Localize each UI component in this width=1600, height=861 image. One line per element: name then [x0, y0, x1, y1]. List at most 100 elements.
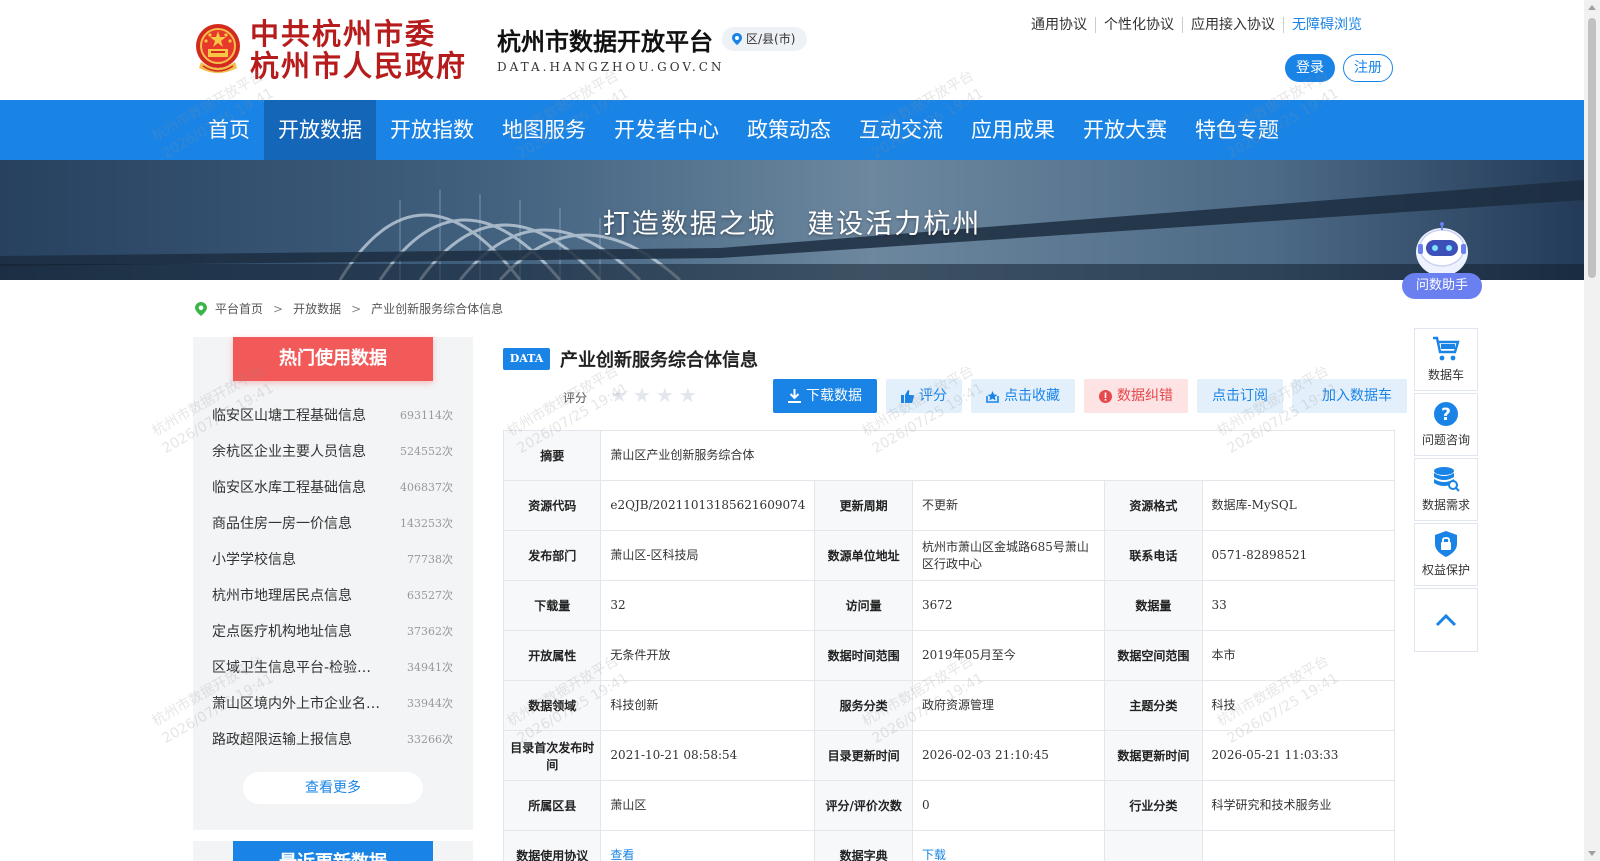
hot-item-count: 33944次: [407, 697, 453, 710]
nav-item-home[interactable]: 首页: [194, 100, 264, 160]
rights-protection-label: 权益保护: [1421, 563, 1470, 577]
rate-button[interactable]: 评分: [886, 379, 962, 413]
consult-label: 问题咨询: [1421, 433, 1470, 447]
subscribe-button[interactable]: 点击订阅: [1197, 379, 1283, 413]
list-item[interactable]: 小学学校信息 77738次: [193, 541, 473, 577]
hot-item-name: 商品住房一房一价信息: [212, 516, 352, 532]
recent-data-panel: 最近更新数据: [193, 841, 473, 861]
summary-label: 摘要: [502, 430, 602, 481]
dictionary-link[interactable]: 下载: [911, 830, 1106, 861]
nav-item-interaction[interactable]: 互动交流: [845, 100, 957, 160]
download-data-button[interactable]: 下载数据: [773, 379, 877, 413]
list-item[interactable]: 临安区水库工程基础信息 406837次: [193, 469, 473, 505]
top-link-general-agreement[interactable]: 通用协议: [1023, 17, 1095, 33]
nav-item-special-topics[interactable]: 特色专题: [1181, 100, 1293, 160]
download-data-label: 下载数据: [806, 388, 862, 404]
star-icon[interactable]: ★: [633, 384, 651, 406]
hot-item-count: 33266次: [407, 733, 453, 746]
field-value: 2026-05-21 11:03:33: [1201, 730, 1396, 781]
list-item[interactable]: 商品住房一房一价信息 143253次: [193, 505, 473, 541]
platform-title[interactable]: 杭州市数据开放平台: [497, 22, 713, 57]
field-value: 数据库-MySQL: [1201, 480, 1396, 531]
recent-data-title: 最近更新数据: [233, 841, 433, 861]
nav-item-contest[interactable]: 开放大赛: [1069, 100, 1181, 160]
star-icon[interactable]: ★: [656, 384, 674, 406]
list-item[interactable]: 路政超限运输上报信息 33266次: [193, 721, 473, 757]
dictionary-label: 数据字典: [814, 830, 913, 861]
consult-button[interactable]: ? 问题咨询: [1414, 393, 1478, 456]
table-row: 数据使用协议 查看 数据字典 下载: [502, 830, 1396, 861]
top-links: 通用协议 个性化协议 应用接入协议 无障碍浏览: [1023, 17, 1370, 33]
back-to-top-button[interactable]: [1414, 588, 1478, 652]
action-bar: 下载数据 评分 点击收藏 数据纠错 点击订阅 加入数据车: [773, 379, 1407, 413]
agreement-link[interactable]: 查看: [600, 830, 816, 861]
favorite-button[interactable]: 点击收藏: [971, 379, 1075, 413]
add-to-cart-button[interactable]: 加入数据车: [1292, 379, 1407, 413]
field-value: 32: [600, 580, 816, 631]
hot-item-count: 406837次: [400, 481, 453, 494]
rate-label: 评分: [919, 388, 947, 404]
page-title: 产业创新服务综合体信息: [560, 350, 758, 371]
breadcrumb-separator: >: [351, 301, 362, 316]
view-more-button[interactable]: 查看更多: [243, 772, 423, 804]
breadcrumb: 平台首页 > 开放数据 > 产业创新服务综合体信息: [195, 300, 503, 317]
nav-item-applications[interactable]: 应用成果: [957, 100, 1069, 160]
list-item[interactable]: 区域卫生信息平台-检验… 34941次: [193, 649, 473, 685]
table-row: 下载量 32 访问量 3672 数据量 33: [502, 580, 1396, 631]
breadcrumb-home[interactable]: 平台首页: [215, 300, 263, 317]
login-button[interactable]: 登录: [1285, 54, 1335, 82]
empty-cell: [1104, 830, 1203, 861]
top-link-accessibility[interactable]: 无障碍浏览: [1283, 17, 1370, 33]
nav-item-policy-news[interactable]: 政策动态: [733, 100, 845, 160]
hot-item-count: 693114次: [400, 409, 453, 422]
list-item[interactable]: 临安区山塘工程基础信息 693114次: [193, 397, 473, 433]
field-label: 资源格式: [1104, 480, 1203, 531]
rating-stars[interactable]: ★ ★ ★ ★: [610, 384, 697, 406]
hot-item-name: 杭州市地理居民点信息: [212, 588, 352, 604]
star-icon[interactable]: ★: [679, 384, 697, 406]
region-selector[interactable]: 区/县(市): [722, 27, 808, 51]
list-item[interactable]: 定点医疗机构地址信息 37362次: [193, 613, 473, 649]
field-value: 萧山区-区科技局: [600, 530, 816, 581]
scroll-up-arrow-icon[interactable]: [1588, 5, 1596, 10]
scroll-down-arrow-icon[interactable]: [1588, 851, 1596, 856]
empty-cell: [1201, 830, 1396, 861]
question-icon: ?: [1434, 402, 1458, 426]
field-label: 主题分类: [1104, 680, 1203, 731]
hot-item-name: 余杭区企业主要人员信息: [212, 444, 366, 460]
breadcrumb-open-data[interactable]: 开放数据: [293, 300, 341, 317]
scroll-thumb[interactable]: [1588, 18, 1596, 278]
breadcrumb-current: 产业创新服务综合体信息: [371, 302, 504, 316]
rights-protection-button[interactable]: 权益保护: [1414, 523, 1478, 586]
field-value: e2QJB/20211013185621609074: [600, 480, 816, 531]
nav-item-developer-center[interactable]: 开发者中心: [600, 100, 733, 160]
hot-item-count: 524552次: [400, 445, 453, 458]
data-demand-label: 数据需求: [1421, 498, 1470, 512]
top-link-app-access-agreement[interactable]: 应用接入协议: [1182, 17, 1283, 33]
hot-data-panel: 热门使用数据 临安区山塘工程基础信息 693114次 余杭区企业主要人员信息 524…: [193, 337, 473, 830]
star-icon[interactable]: ★: [610, 384, 628, 406]
banner: 打造数据之城 建设活力杭州: [0, 160, 1584, 280]
data-demand-button[interactable]: 数据需求: [1414, 458, 1478, 521]
nav-item-map-service[interactable]: 地图服务: [488, 100, 600, 160]
report-error-button[interactable]: 数据纠错: [1084, 379, 1188, 413]
data-cart-button[interactable]: 数据车: [1414, 328, 1478, 391]
page-scrollbar[interactable]: [1584, 0, 1600, 861]
field-value: 2019年05月至今: [911, 630, 1106, 681]
list-item[interactable]: 杭州市地理居民点信息 63527次: [193, 577, 473, 613]
register-button[interactable]: 注册: [1343, 54, 1393, 82]
data-assistant[interactable]: 问数助手: [1402, 222, 1482, 300]
field-value: 2021-10-21 08:58:54: [600, 730, 816, 781]
nav-item-open-index[interactable]: 开放指数: [376, 100, 488, 160]
svg-text:?: ?: [1441, 405, 1451, 425]
report-error-label: 数据纠错: [1117, 388, 1173, 404]
table-row: 目录首次发布时间 2021-10-21 08:58:54 目录更新时间 2026…: [502, 730, 1396, 781]
shield-lock-icon: [1435, 531, 1457, 557]
header: 中共杭州市委 杭州市人民政府 杭州市数据开放平台 DATA.HANGZHOU.G…: [0, 0, 1584, 98]
data-cart-label: 数据车: [1427, 368, 1464, 382]
agreement-label: 数据使用协议: [502, 830, 602, 861]
nav-item-open-data[interactable]: 开放数据: [264, 100, 376, 160]
list-item[interactable]: 萧山区境内外上市企业名… 33944次: [193, 685, 473, 721]
list-item[interactable]: 余杭区企业主要人员信息 524552次: [193, 433, 473, 469]
top-link-personal-agreement[interactable]: 个性化协议: [1095, 17, 1182, 33]
